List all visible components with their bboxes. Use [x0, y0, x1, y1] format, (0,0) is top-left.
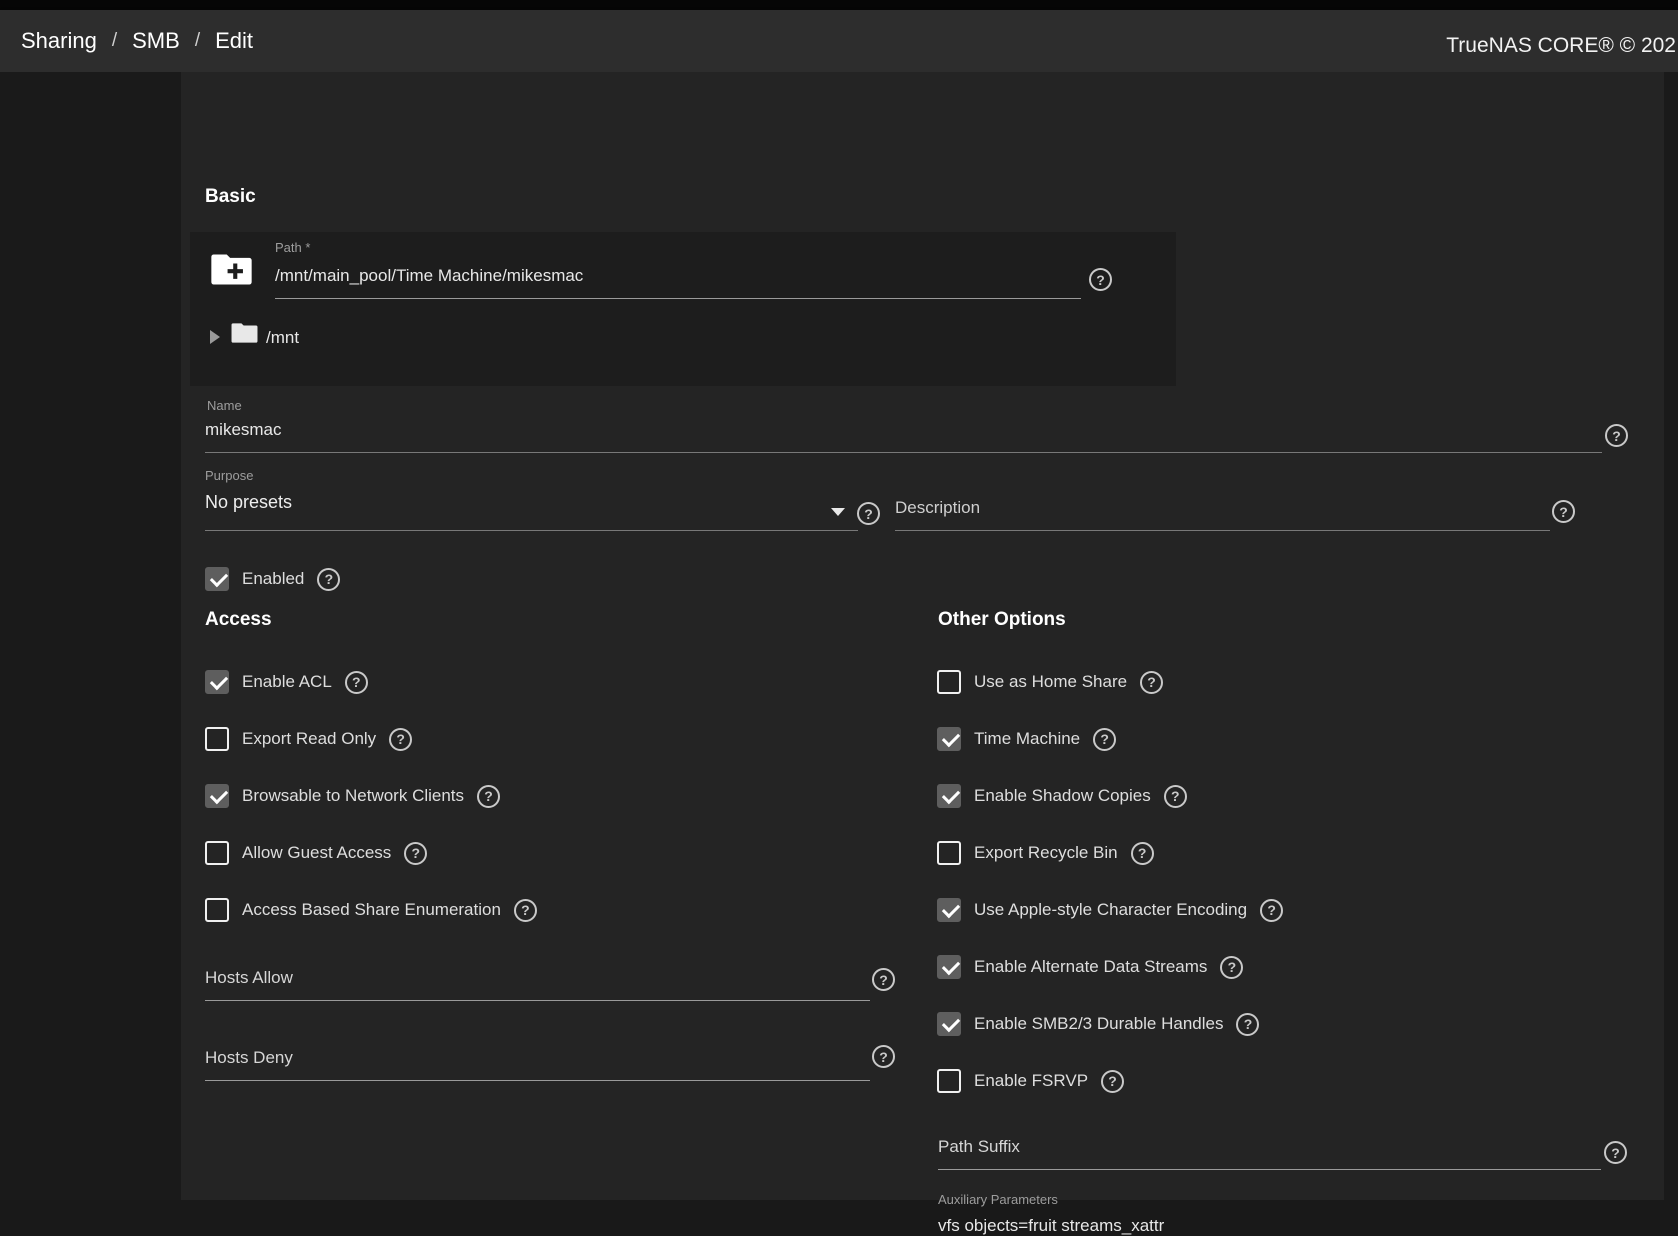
- page-background: Basic Path * ? /mnt Name ? Purpose No pr…: [0, 72, 1678, 1200]
- hosts-deny-help-icon[interactable]: ?: [872, 1045, 895, 1068]
- help-icon[interactable]: ?: [404, 842, 427, 865]
- name-field-label: Name: [207, 398, 242, 413]
- checkbox-row: Use Apple-style Character Encoding ?: [937, 898, 1283, 922]
- description-input[interactable]: [895, 494, 1550, 531]
- checkbox-row: Browsable to Network Clients ?: [205, 784, 500, 808]
- checkbox[interactable]: [205, 670, 229, 694]
- checkbox-row: Use as Home Share ?: [937, 670, 1163, 694]
- dropdown-arrow-icon: [831, 508, 845, 516]
- checkbox[interactable]: [937, 955, 961, 979]
- checkbox[interactable]: [937, 898, 961, 922]
- window-top-strip: [0, 0, 1678, 10]
- checkbox-row: Enabled ?: [205, 567, 340, 591]
- help-icon[interactable]: ?: [389, 728, 412, 751]
- hosts-allow-help-icon[interactable]: ?: [872, 968, 895, 991]
- checkbox-label: Browsable to Network Clients: [242, 786, 464, 806]
- path-browser-panel: [190, 232, 1176, 386]
- checkbox-row: Enable SMB2/3 Durable Handles ?: [937, 1012, 1259, 1036]
- checkbox-label: Time Machine: [974, 729, 1080, 749]
- description-help-icon[interactable]: ?: [1552, 500, 1575, 523]
- help-icon[interactable]: ?: [1164, 785, 1187, 808]
- checkbox-label: Enable SMB2/3 Durable Handles: [974, 1014, 1223, 1034]
- checkbox-label: Access Based Share Enumeration: [242, 900, 501, 920]
- checkbox-label: Use as Home Share: [974, 672, 1127, 692]
- checkbox[interactable]: [205, 898, 229, 922]
- path-suffix-input[interactable]: [938, 1133, 1601, 1170]
- aux-parameters-value[interactable]: vfs objects=fruit streams_xattr: [938, 1216, 1164, 1236]
- help-icon[interactable]: ?: [1220, 956, 1243, 979]
- brand-text: TrueNAS CORE® © 202: [1446, 34, 1676, 58]
- help-icon[interactable]: ?: [1260, 899, 1283, 922]
- checkbox-row: Access Based Share Enumeration ?: [205, 898, 537, 922]
- help-icon[interactable]: ?: [477, 785, 500, 808]
- checkbox-label: Enabled: [242, 569, 304, 589]
- breadcrumb-separator: /: [112, 30, 117, 52]
- access-section-heading: Access: [205, 609, 272, 631]
- breadcrumb-current-edit: Edit: [215, 28, 253, 54]
- checkbox-label: Export Recycle Bin: [974, 843, 1118, 863]
- checkbox[interactable]: [937, 1069, 961, 1093]
- help-icon[interactable]: ?: [1236, 1013, 1259, 1036]
- path-input[interactable]: [275, 262, 1081, 299]
- checkbox-row: Enable Shadow Copies ?: [937, 784, 1187, 808]
- checkbox[interactable]: [937, 670, 961, 694]
- checkbox-label: Enable FSRVP: [974, 1071, 1088, 1091]
- other-options-section-heading: Other Options: [938, 609, 1066, 631]
- checkbox-row: Enable ACL ?: [205, 670, 368, 694]
- path-help-icon[interactable]: ?: [1089, 268, 1112, 291]
- help-icon[interactable]: ?: [1093, 728, 1116, 751]
- path-suffix-help-icon[interactable]: ?: [1604, 1141, 1627, 1164]
- hosts-deny-input[interactable]: [205, 1044, 870, 1081]
- checkbox-label: Use Apple-style Character Encoding: [974, 900, 1247, 920]
- purpose-help-icon[interactable]: ?: [857, 502, 880, 525]
- checkbox-label: Allow Guest Access: [242, 843, 391, 863]
- toolbar: Sharing / SMB / Edit TrueNAS CORE® © 202: [0, 10, 1678, 72]
- expand-arrow-icon[interactable]: [210, 330, 220, 344]
- checkbox[interactable]: [937, 784, 961, 808]
- help-icon[interactable]: ?: [1131, 842, 1154, 865]
- name-help-icon[interactable]: ?: [1605, 424, 1628, 447]
- checkbox[interactable]: [205, 567, 229, 591]
- checkbox-row: Time Machine ?: [937, 727, 1116, 751]
- path-field-label: Path *: [275, 240, 310, 255]
- checkbox-row: Allow Guest Access ?: [205, 841, 427, 865]
- checkbox[interactable]: [205, 784, 229, 808]
- checkbox-row: Enable FSRVP ?: [937, 1069, 1124, 1093]
- help-icon[interactable]: ?: [1101, 1070, 1124, 1093]
- tree-item-mnt[interactable]: /mnt: [266, 328, 299, 348]
- checkbox-label: Enable ACL: [242, 672, 332, 692]
- purpose-field-label: Purpose: [205, 468, 253, 483]
- checkbox-row: Enable Alternate Data Streams ?: [937, 955, 1243, 979]
- help-icon[interactable]: ?: [345, 671, 368, 694]
- name-input[interactable]: [205, 416, 1602, 453]
- checkbox-label: Enable Shadow Copies: [974, 786, 1151, 806]
- help-icon[interactable]: ?: [514, 899, 537, 922]
- hosts-allow-input[interactable]: [205, 964, 870, 1001]
- add-folder-icon: [211, 252, 252, 287]
- breadcrumb: Sharing / SMB / Edit: [0, 28, 253, 54]
- folder-icon: [231, 322, 258, 344]
- checkbox-row: Export Read Only ?: [205, 727, 412, 751]
- breadcrumb-separator: /: [195, 30, 200, 52]
- checkbox[interactable]: [937, 1012, 961, 1036]
- basic-section-heading: Basic: [205, 186, 256, 208]
- purpose-select[interactable]: No presets: [205, 492, 292, 513]
- checkbox-label: Enable Alternate Data Streams: [974, 957, 1207, 977]
- breadcrumb-link-sharing[interactable]: Sharing: [21, 28, 97, 54]
- checkbox[interactable]: [205, 727, 229, 751]
- checkbox-label: Export Read Only: [242, 729, 376, 749]
- checkbox-row: Export Recycle Bin ?: [937, 841, 1154, 865]
- breadcrumb-link-smb[interactable]: SMB: [132, 28, 180, 54]
- purpose-underline: [205, 530, 858, 531]
- checkbox[interactable]: [937, 841, 961, 865]
- help-icon[interactable]: ?: [317, 568, 340, 591]
- help-icon[interactable]: ?: [1140, 671, 1163, 694]
- checkbox[interactable]: [937, 727, 961, 751]
- checkbox[interactable]: [205, 841, 229, 865]
